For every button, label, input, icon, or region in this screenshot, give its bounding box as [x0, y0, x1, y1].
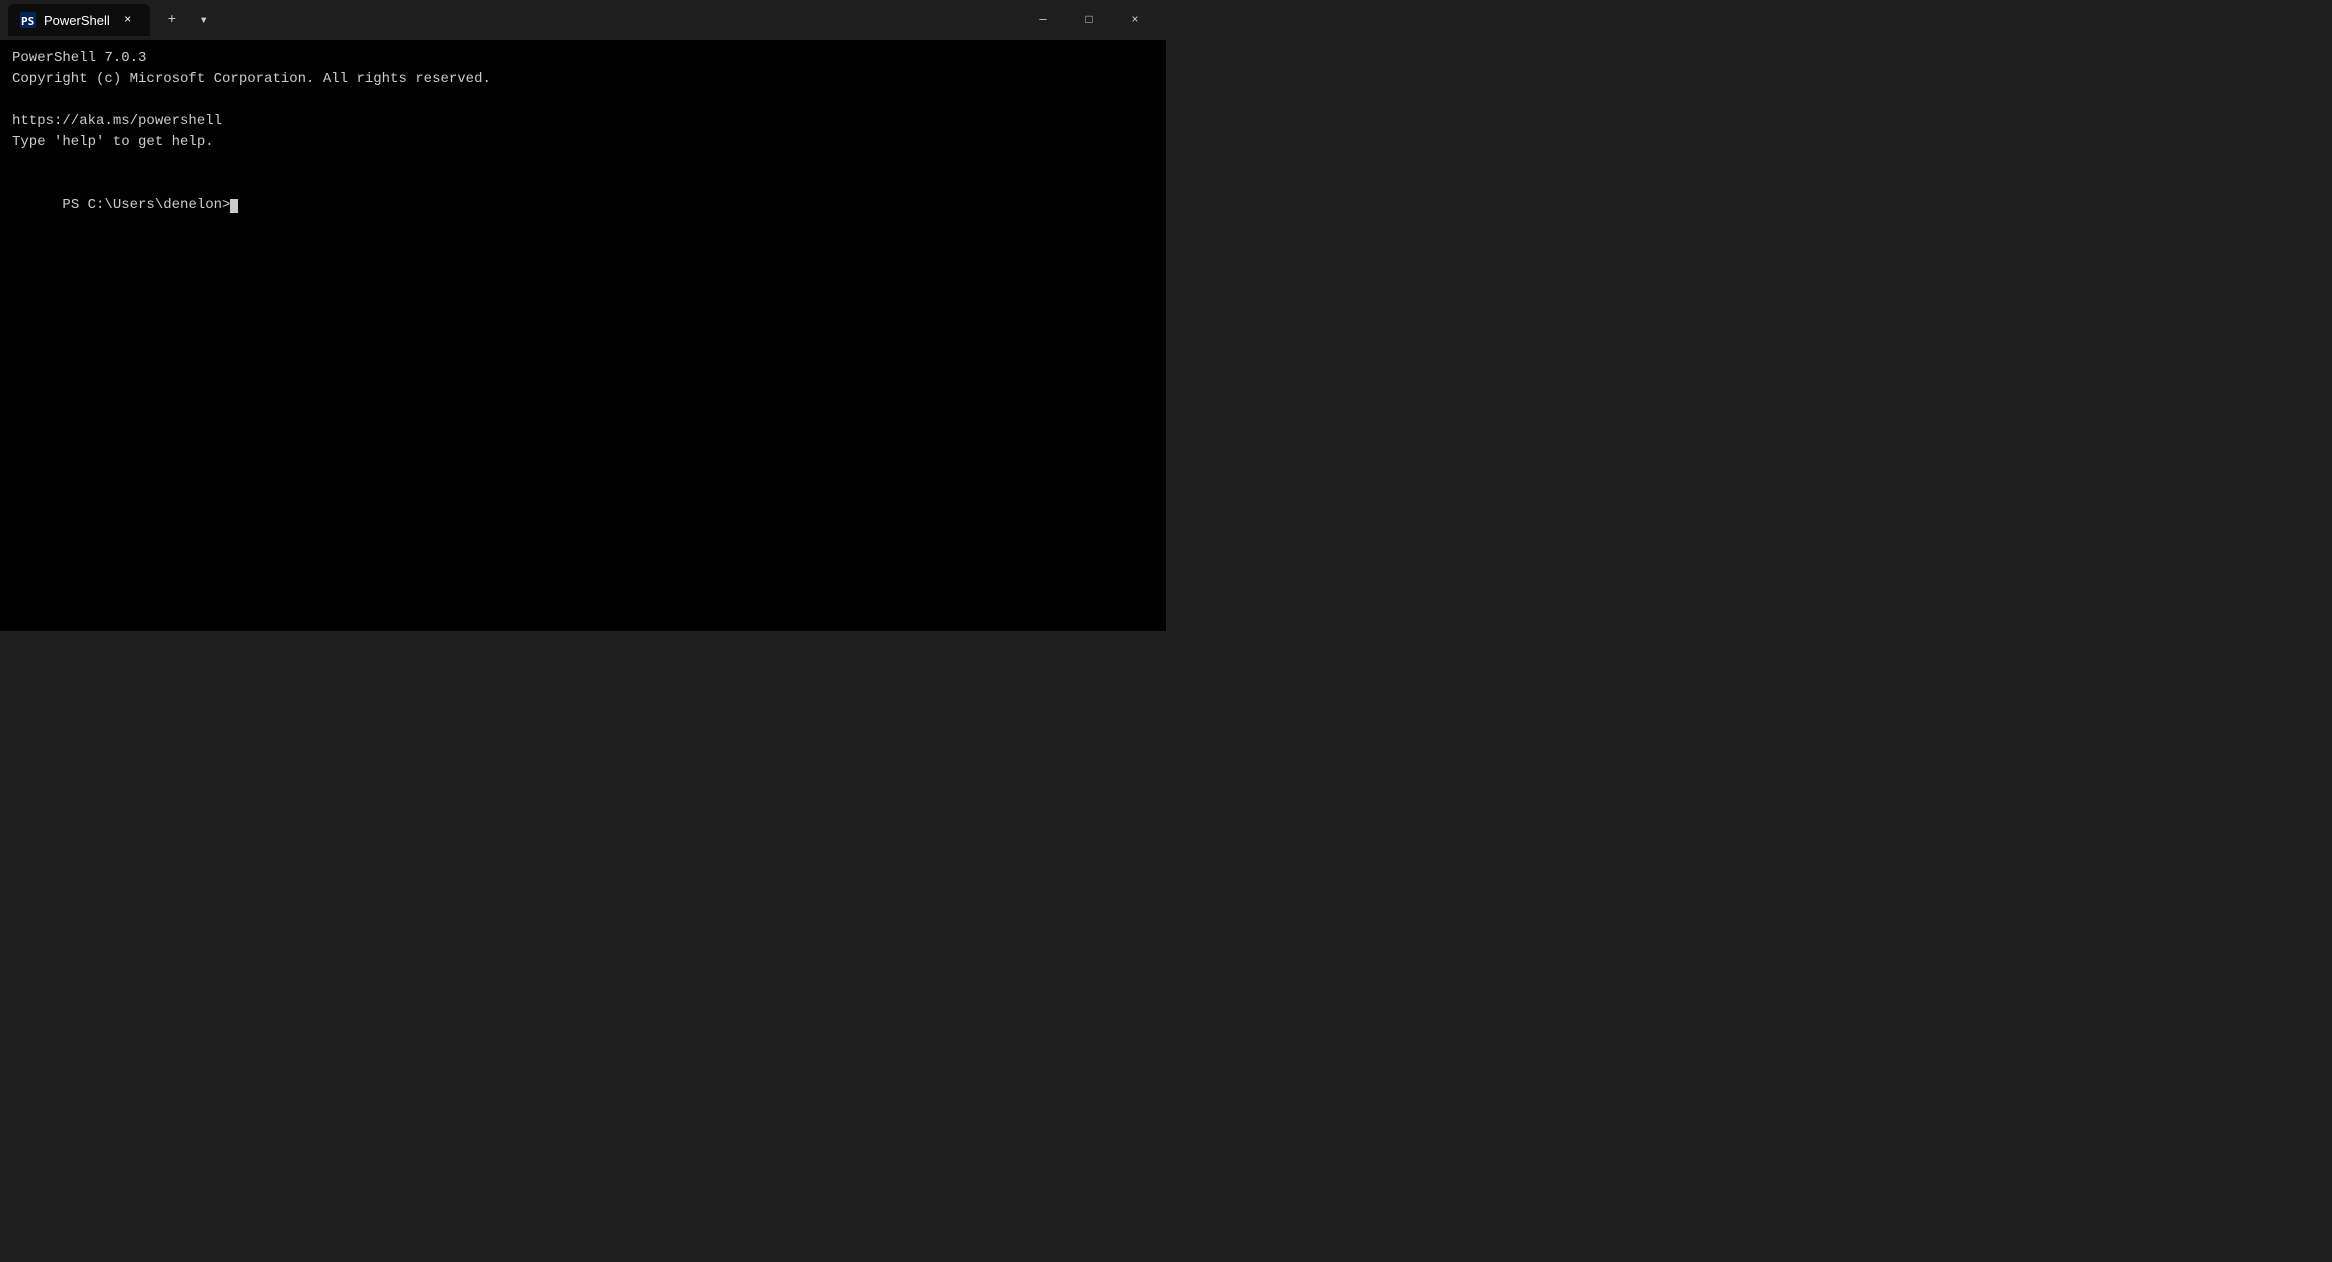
maximize-button[interactable]: □	[1066, 0, 1112, 40]
window-controls: ─ □ ×	[1020, 0, 1158, 40]
tab-close-button[interactable]: ×	[118, 10, 138, 30]
titlebar: PS PowerShell × + ▾ ─ □ ×	[0, 0, 1166, 40]
terminal-cursor	[230, 199, 238, 213]
new-tab-button[interactable]: +	[158, 6, 186, 34]
terminal-blank-1	[12, 90, 1154, 111]
minimize-button[interactable]: ─	[1020, 0, 1066, 40]
window-close-button[interactable]: ×	[1112, 0, 1158, 40]
terminal-line-5: Type 'help' to get help.	[12, 132, 1154, 153]
dropdown-button[interactable]: ▾	[190, 6, 218, 34]
tab-title: PowerShell	[44, 13, 110, 28]
svg-text:PS: PS	[21, 15, 34, 28]
terminal-prompt-line: PS C:\Users\denelon>	[12, 174, 1154, 237]
terminal-blank-2	[12, 153, 1154, 174]
active-tab[interactable]: PS PowerShell ×	[8, 4, 150, 36]
terminal-body[interactable]: PowerShell 7.0.3 Copyright (c) Microsoft…	[0, 40, 1166, 631]
powershell-window: PS PowerShell × + ▾ ─ □ × PowerShell 7.0…	[0, 0, 1166, 631]
terminal-line-2: Copyright (c) Microsoft Corporation. All…	[12, 69, 1154, 90]
terminal-line-1: PowerShell 7.0.3	[12, 48, 1154, 69]
titlebar-actions: + ▾	[158, 6, 218, 34]
powershell-icon: PS	[20, 12, 36, 28]
terminal-prompt: PS C:\Users\denelon>	[62, 197, 230, 213]
terminal-line-4: https://aka.ms/powershell	[12, 111, 1154, 132]
